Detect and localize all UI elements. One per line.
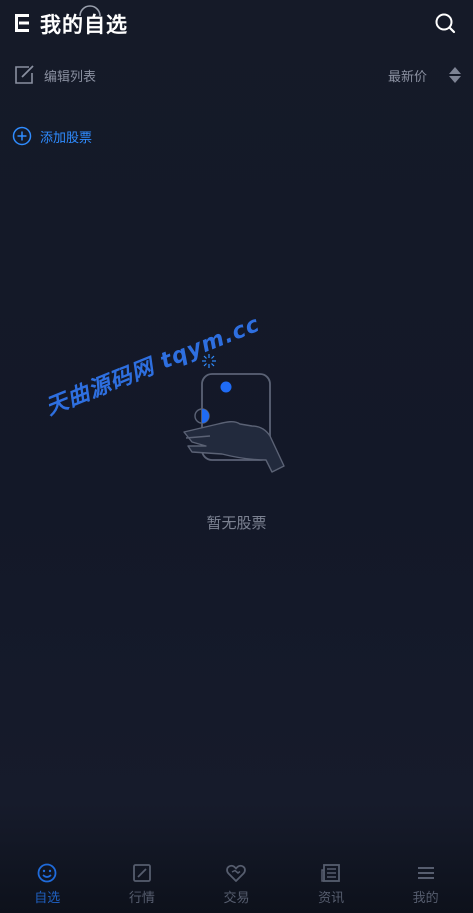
tab-news[interactable]: 资讯 <box>284 856 379 913</box>
tab-label: 交易 <box>223 891 250 906</box>
add-stock-label: 添加股票 <box>40 131 93 146</box>
tab-label: 自选 <box>34 891 61 906</box>
circle-icon <box>79 5 101 16</box>
empty-state-text: 暂无股票 <box>206 514 267 532</box>
handshake-heart-icon <box>226 864 247 882</box>
add-stock-button[interactable]: 添加股票 <box>0 122 160 150</box>
list-toolbar: 编辑列表 最新价 <box>0 58 473 92</box>
app-header: 我的自选 <box>0 0 473 48</box>
chart-box-icon <box>132 864 151 882</box>
plus-circle-icon <box>12 126 32 146</box>
edit-list-button[interactable]: 编辑列表 <box>44 66 96 85</box>
edit-icon[interactable] <box>13 64 35 86</box>
newspaper-icon <box>321 864 340 882</box>
tab-label: 我的 <box>412 891 439 906</box>
search-icon[interactable] <box>433 11 457 35</box>
tab-label: 行情 <box>128 891 155 906</box>
tab-watchlist[interactable]: 自选 <box>0 856 95 913</box>
tab-market[interactable]: 行情 <box>95 856 190 913</box>
bottom-tab-bar: 自选 行情 交易 资讯 我的 <box>0 856 473 913</box>
tab-profile[interactable]: 我的 <box>378 856 473 913</box>
tab-trade[interactable]: 交易 <box>189 856 284 913</box>
sort-toggle-icon[interactable] <box>448 66 462 84</box>
menu-icon[interactable] <box>15 13 31 33</box>
menu-lines-icon <box>417 867 434 879</box>
smile-icon <box>37 863 57 883</box>
tab-label: 资讯 <box>318 891 345 906</box>
empty-phone-hand-illustration <box>183 354 285 473</box>
sort-by-price-label[interactable]: 最新价 <box>388 66 427 85</box>
